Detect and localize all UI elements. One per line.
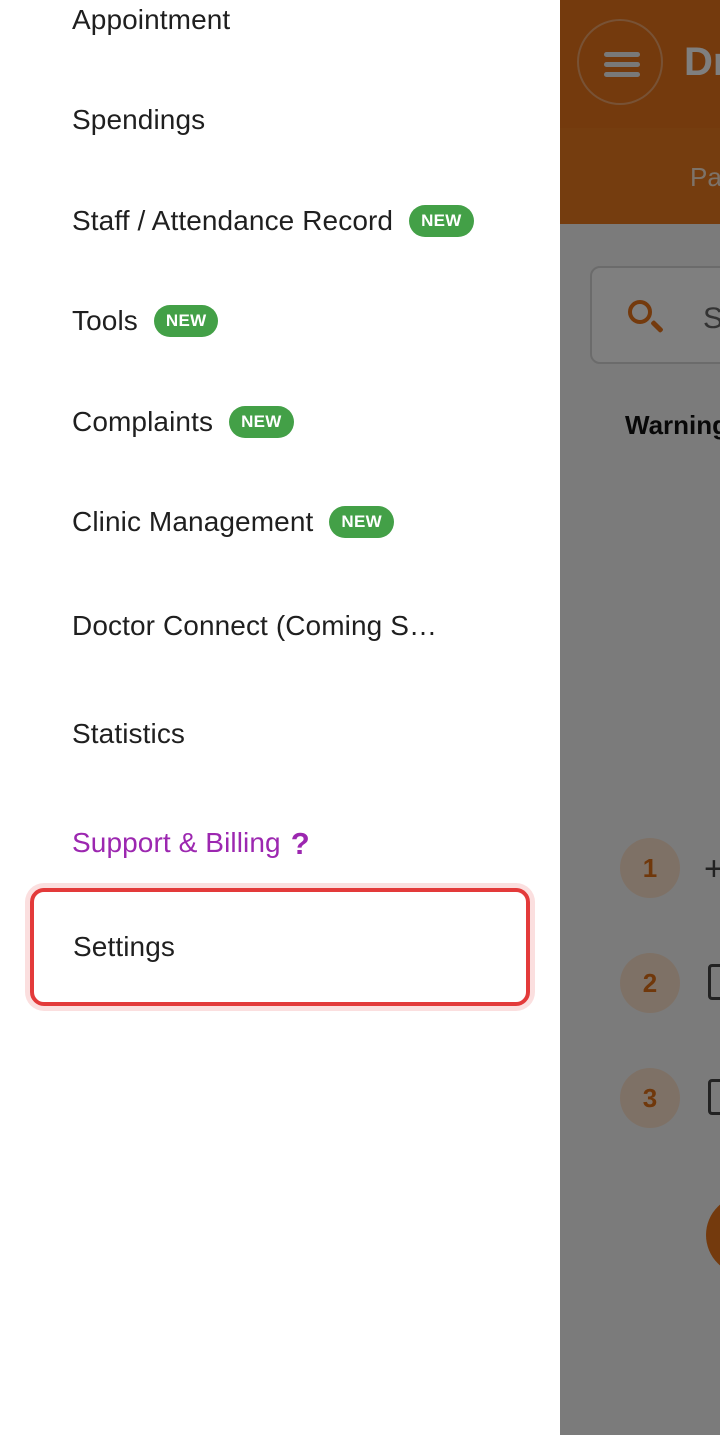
nav-item-label: Clinic Management	[72, 506, 314, 537]
new-badge: NEW	[153, 305, 219, 337]
new-badge: NEW	[329, 506, 394, 538]
nav-item-support-billing[interactable]: Support & Billing ?	[0, 798, 560, 888]
nav-item-label: Settings	[73, 931, 175, 962]
new-badge: NEW	[409, 205, 474, 237]
nav-item-staff-attendance[interactable]: Staff / Attendance Record NEW	[0, 176, 560, 266]
help-icon: ?	[290, 825, 310, 861]
nav-item-label: Statistics	[72, 718, 186, 749]
nav-item-label: Appointment	[72, 4, 231, 35]
navigation-drawer: Appointment Spendings Staff / Attendance…	[0, 0, 560, 1435]
nav-item-tools[interactable]: Tools NEW	[0, 276, 560, 366]
screen: Dr Pa S Warning 1 + 2 3 Appointment Spen…	[0, 0, 720, 1435]
nav-item-label: Spendings	[72, 104, 206, 135]
nav-item-label: Complaints	[72, 406, 214, 437]
nav-item-label: Staff / Attendance Record	[72, 205, 394, 236]
nav-item-label: Tools	[72, 305, 138, 336]
nav-item-doctor-connect[interactable]: Doctor Connect (Coming Soon)	[0, 581, 560, 671]
nav-item-settings[interactable]: Settings	[30, 888, 530, 1006]
nav-item-spendings[interactable]: Spendings	[0, 75, 560, 165]
nav-item-label: Support & Billing	[72, 827, 281, 858]
nav-item-complaints[interactable]: Complaints NEW	[0, 377, 560, 467]
nav-item-statistics[interactable]: Statistics	[0, 689, 560, 779]
new-badge: NEW	[229, 406, 294, 438]
nav-item-appointment[interactable]: Appointment	[0, 0, 560, 65]
nav-item-clinic-management[interactable]: Clinic Management NEW	[0, 477, 560, 567]
nav-item-label: Doctor Connect (Coming Soon)	[72, 610, 442, 641]
